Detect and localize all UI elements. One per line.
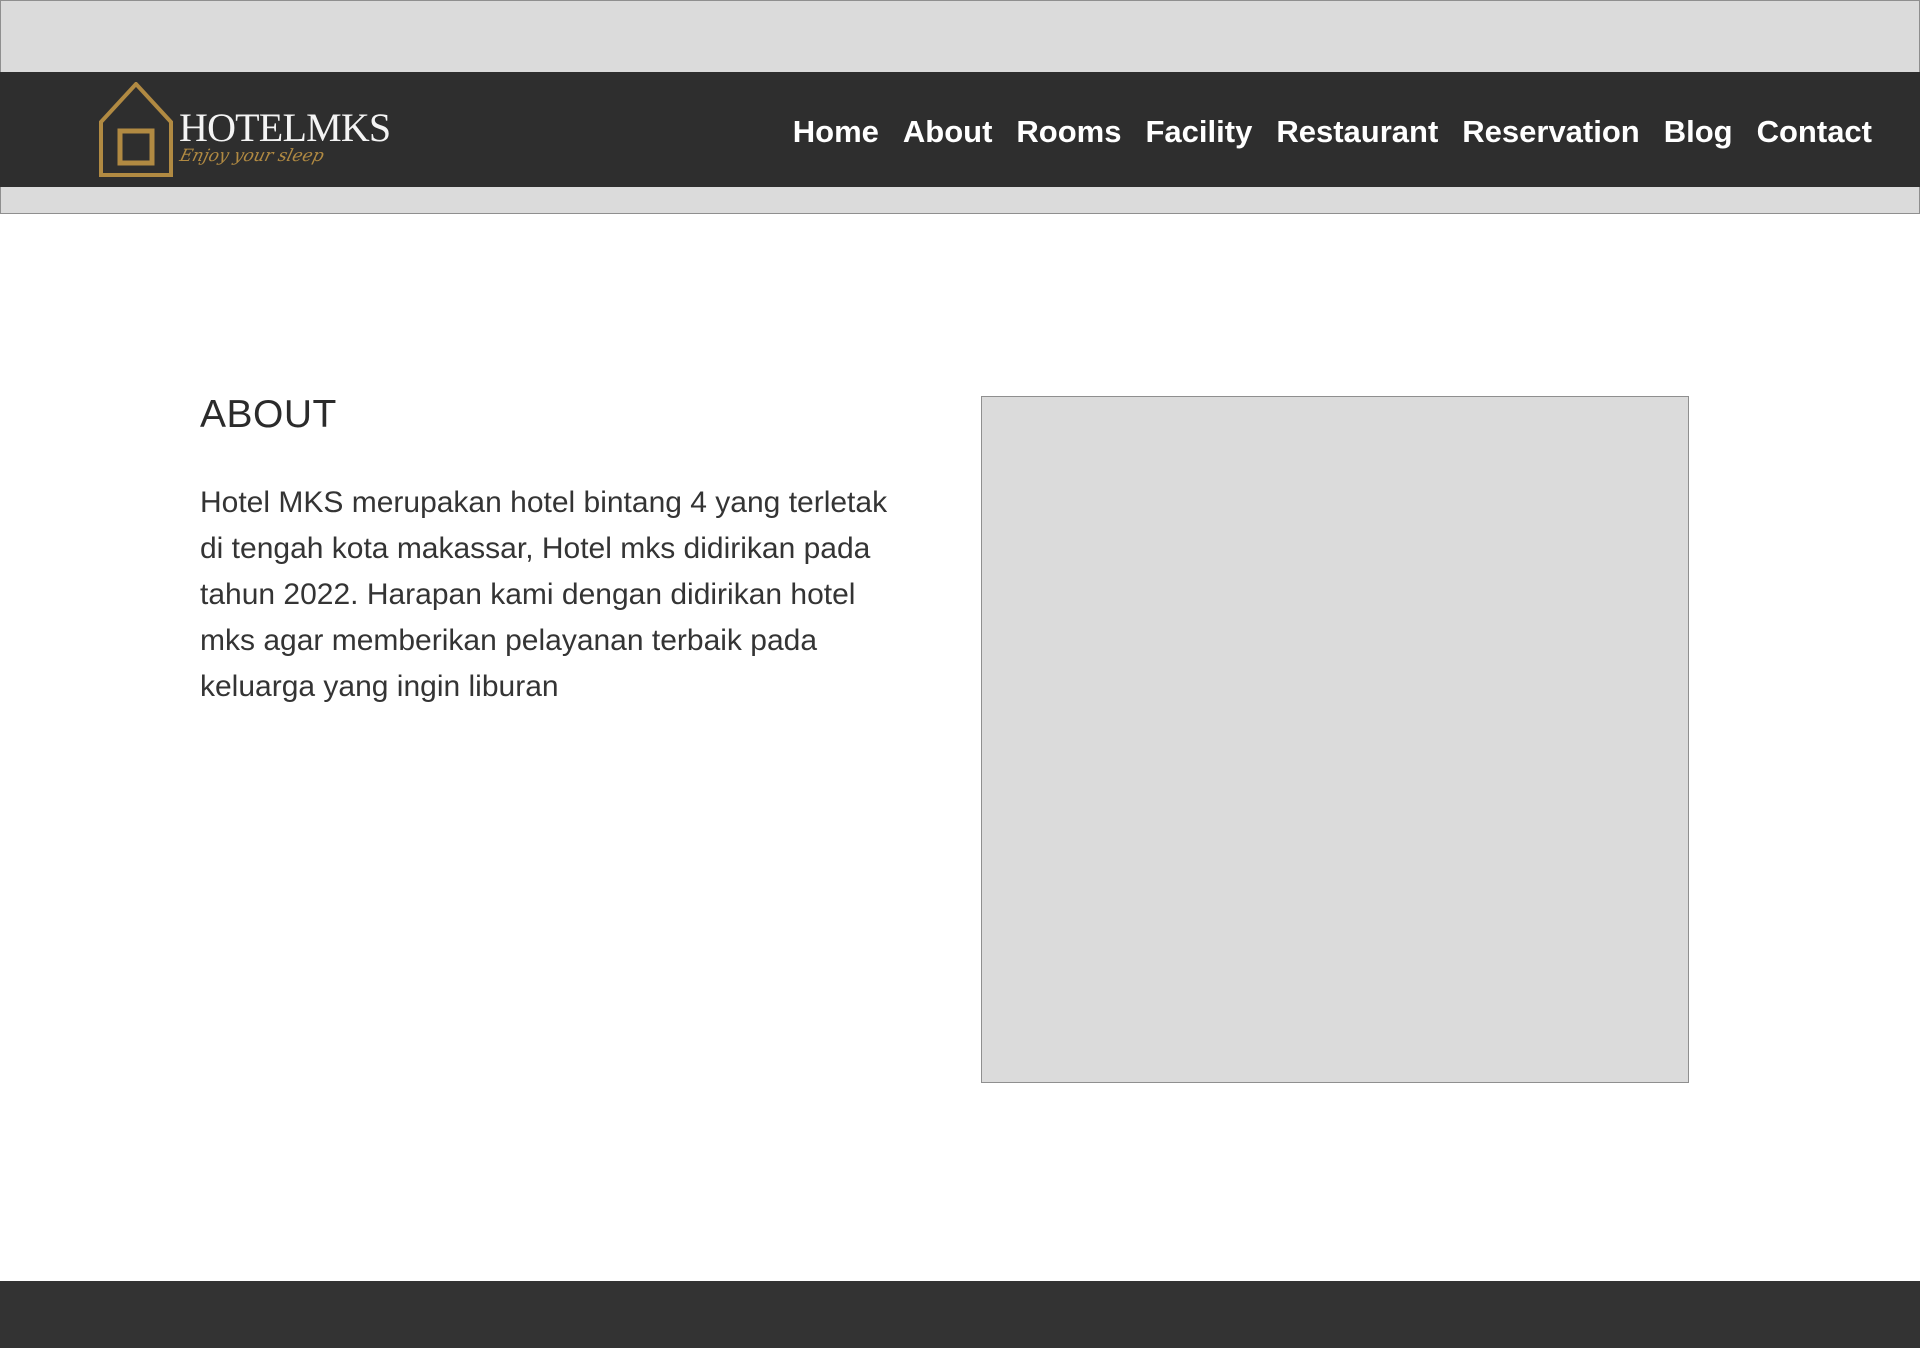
about-content: ABOUT Hotel MKS merupakan hotel bintang … <box>200 395 900 710</box>
nav-rooms-link[interactable]: Rooms <box>1016 116 1121 147</box>
nav-restaurant-link[interactable]: Restaurant <box>1276 116 1438 147</box>
hotel-about-page: HOTELMKS Enjoy your sleep Home About Roo… <box>0 0 1920 1348</box>
about-description: Hotel MKS merupakan hotel bintang 4 yang… <box>200 486 888 703</box>
nav-home-link[interactable]: Home <box>793 116 879 147</box>
nav-blog-link[interactable]: Blog <box>1664 116 1733 147</box>
nav-reservation-link[interactable]: Reservation <box>1462 116 1639 147</box>
nav-contact-link[interactable]: Contact <box>1757 116 1872 147</box>
brand-tagline: Enjoy your sleep <box>177 146 326 166</box>
house-icon <box>99 82 173 177</box>
main-navigation-bar: HOTELMKS Enjoy your sleep Home About Roo… <box>0 72 1920 187</box>
nav-about-link[interactable]: About <box>903 116 993 147</box>
brand-logo[interactable]: HOTELMKS Enjoy your sleep <box>99 82 419 177</box>
footer-bar <box>0 1281 1920 1348</box>
brand-name: HOTELMKS <box>179 105 391 150</box>
primary-menu: Home About Rooms Facility Restaurant Res… <box>793 110 1872 152</box>
nav-facility-link[interactable]: Facility <box>1146 116 1253 147</box>
about-title: ABOUT <box>200 393 337 436</box>
hotel-image-placeholder <box>981 396 1689 1083</box>
